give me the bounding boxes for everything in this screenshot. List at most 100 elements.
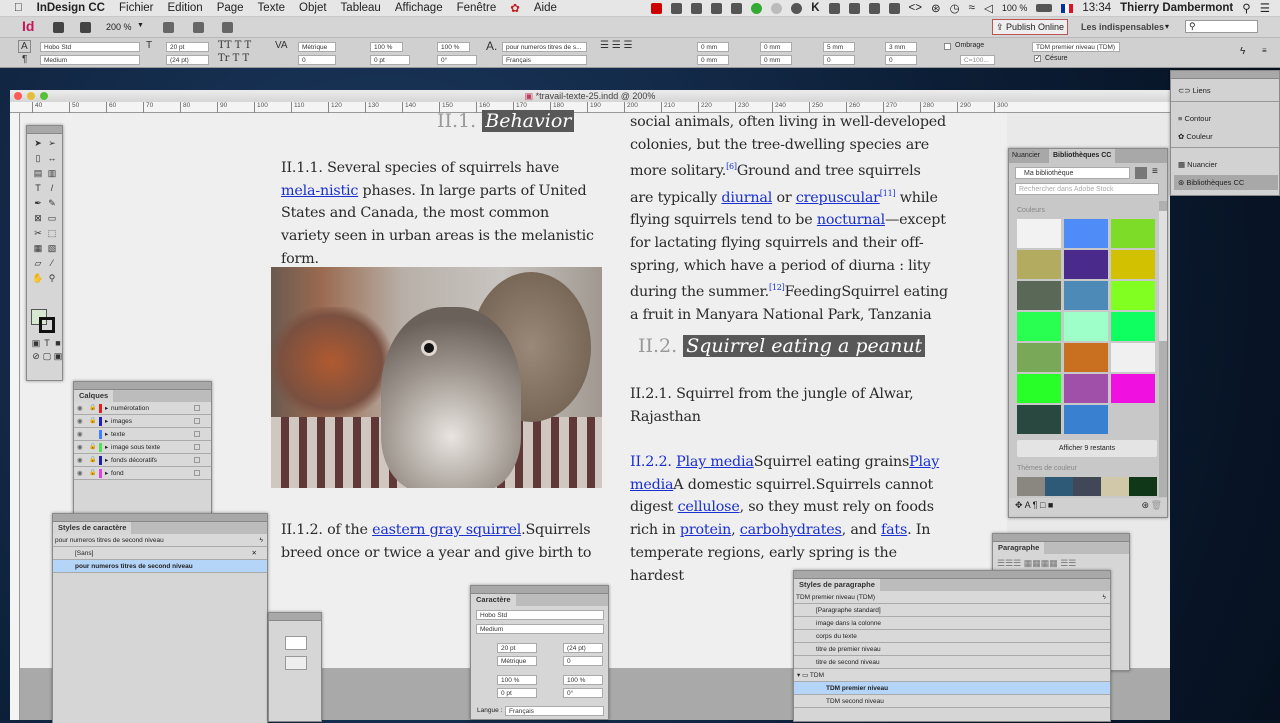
character-tab[interactable]: Caractère	[471, 594, 516, 606]
display-icon[interactable]	[868, 2, 880, 14]
k-icon[interactable]: K	[811, 2, 819, 14]
menu-fenetre[interactable]: Fenêtre	[457, 2, 497, 14]
link-melanistic[interactable]: mela-nistic	[281, 183, 358, 199]
bridge-icon[interactable]	[53, 22, 64, 33]
selection-tool-icon[interactable]: ➤	[32, 138, 44, 148]
character-styles-tab[interactable]: Styles de caractère	[53, 522, 132, 534]
status-icon[interactable]	[771, 2, 783, 14]
heading-behavior[interactable]: II.1. Behavior	[437, 110, 575, 132]
drop-cap-lines-field[interactable]: 0	[823, 55, 855, 65]
color-swatch[interactable]	[1064, 312, 1108, 341]
color-swatch[interactable]	[1111, 281, 1155, 310]
status-icon[interactable]	[651, 2, 663, 14]
dock-item-4[interactable]: ⊛ Bibliothèques CC	[1174, 175, 1278, 190]
color-swatch[interactable]	[1111, 219, 1155, 248]
link-fats[interactable]: fats	[881, 522, 907, 538]
menu-app[interactable]: InDesign CC	[37, 2, 105, 14]
all-caps-icon[interactable]: TT T T	[218, 40, 251, 51]
character-mode-icon[interactable]: A	[18, 40, 31, 53]
panel-header[interactable]	[269, 613, 321, 621]
skew-field[interactable]: 0°	[437, 55, 477, 65]
color-swatch[interactable]	[1017, 250, 1061, 279]
paragraph-styles-tab[interactable]: Styles de paragraphe	[794, 579, 880, 591]
panel-menu-icon[interactable]: ≡	[1262, 46, 1267, 55]
space-before-field[interactable]: 5 mm	[823, 42, 855, 52]
stock-icon[interactable]	[80, 22, 91, 33]
vertical-ruler[interactable]	[10, 113, 20, 720]
lightning-icon[interactable]: ϟ	[260, 534, 263, 547]
zoom-window-button[interactable]	[40, 92, 48, 100]
code-icon[interactable]: <>	[909, 2, 922, 14]
dock-item-0[interactable]: ⊂⊃ Liens	[1174, 83, 1278, 98]
close-window-button[interactable]	[14, 92, 22, 100]
menu-texte[interactable]: Texte	[258, 2, 286, 14]
paragraph-tab[interactable]: Paragraphe	[993, 542, 1045, 554]
free-transform-tool-icon[interactable]: ⬚	[46, 228, 58, 238]
evernote-icon[interactable]	[731, 2, 743, 14]
lock-icon[interactable]: 🔒	[89, 415, 96, 428]
show-more-button[interactable]: Afficher 9 restants	[1017, 440, 1157, 457]
paragraph-style-item[interactable]: corps du texte	[794, 630, 1110, 643]
dock-item-3[interactable]: ▦ Nuancier	[1174, 157, 1278, 172]
color-swatch[interactable]	[1111, 374, 1155, 403]
pencil-tool-icon[interactable]: ✎	[46, 198, 58, 208]
dock-item-1[interactable]: ≡ Contour	[1174, 111, 1278, 126]
battery-icon[interactable]	[1036, 4, 1053, 12]
clock-icon[interactable]: ◷	[950, 1, 960, 15]
view-options-icon[interactable]	[163, 22, 174, 33]
color-swatch[interactable]	[1064, 250, 1108, 279]
link-cellulose[interactable]: cellulose	[678, 499, 740, 515]
arrange-documents-icon[interactable]	[222, 22, 233, 33]
link-play-media[interactable]: Play media	[676, 454, 754, 470]
baseline-shift-field[interactable]: 0 pt	[497, 688, 537, 698]
first-line-indent-field[interactable]: 0 mm	[697, 55, 729, 65]
lightning-icon[interactable]: ϟ	[1103, 591, 1106, 604]
alignment-buttons[interactable]: ☰☰☰ ▦▦▦▦ ☰☰	[997, 558, 1076, 569]
character-style-field[interactable]: pour numeros titres de s...	[502, 42, 587, 52]
paragraph-2-2-1[interactable]: II.2.1. Squirrel from the jungle of Alwa…	[630, 383, 948, 428]
font-size-field[interactable]: 20 pt	[166, 42, 209, 52]
bluetooth-icon[interactable]: ⊛	[931, 1, 941, 15]
creative-cloud-icon[interactable]: ⊛	[1141, 500, 1149, 511]
gradient-tool-icon[interactable]: ▦	[32, 243, 44, 253]
chevron-down-icon[interactable]: ▾	[1165, 22, 1169, 31]
paragraph-style-item[interactable]: TDM second niveau	[794, 695, 1110, 708]
menu-page[interactable]: Page	[217, 2, 244, 14]
cloud-icon[interactable]	[691, 2, 703, 14]
color-swatch[interactable]	[1017, 312, 1061, 341]
font-style-field[interactable]: Medium	[476, 624, 604, 634]
shading-checkbox[interactable]	[944, 43, 951, 50]
font-size-field[interactable]: 20 pt	[497, 643, 537, 653]
minimize-window-button[interactable]	[27, 92, 35, 100]
hyphenation-checkbox[interactable]: ✓	[1034, 55, 1041, 62]
language-field[interactable]: Français	[502, 55, 587, 65]
color-swatch[interactable]	[1064, 219, 1108, 248]
content-placer-icon[interactable]: ▥	[46, 168, 58, 178]
eye-icon[interactable]: ◉	[77, 428, 83, 441]
lock-icon[interactable]: 🔒	[89, 402, 96, 415]
target-checkbox[interactable]	[194, 470, 200, 476]
status-icon[interactable]	[711, 2, 723, 14]
squirrel-image[interactable]	[271, 267, 602, 488]
stroke-preview[interactable]	[285, 656, 307, 670]
color-theme[interactable]	[1017, 477, 1157, 496]
creative-cloud-icon[interactable]	[791, 2, 803, 14]
paragraph-style-item[interactable]: [Paragraphe standard]	[794, 604, 1110, 617]
paragraph-2-1-2[interactable]: II.1.2. of the eastern gray squirrel.Squ…	[281, 519, 601, 564]
drop-cap-chars-field[interactable]: 0	[885, 55, 917, 65]
battery-text[interactable]: 100 %	[1002, 3, 1028, 13]
eye-icon[interactable]: ◉	[77, 402, 83, 415]
library-select[interactable]: Ma bibliothèque	[1015, 167, 1130, 179]
notifications-icon[interactable]: ☰	[1260, 1, 1270, 15]
horizontal-scale-field[interactable]: 100 %	[437, 42, 470, 52]
leading-field[interactable]: (24 pt)	[166, 55, 209, 65]
eye-icon[interactable]: ◉	[77, 441, 83, 454]
link-crepuscular[interactable]: crepuscular	[796, 190, 880, 206]
lock-icon[interactable]: 🔒	[89, 441, 96, 454]
lightning-icon[interactable]: ϟ	[1240, 46, 1245, 57]
small-caps-icon[interactable]: Tr T T	[218, 53, 249, 64]
language-field[interactable]: Français	[505, 706, 604, 716]
menu-affichage[interactable]: Affichage	[395, 2, 443, 14]
add-paragraph-style-icon[interactable]: ¶	[1033, 500, 1038, 510]
line-tool-icon[interactable]: /	[46, 183, 58, 193]
